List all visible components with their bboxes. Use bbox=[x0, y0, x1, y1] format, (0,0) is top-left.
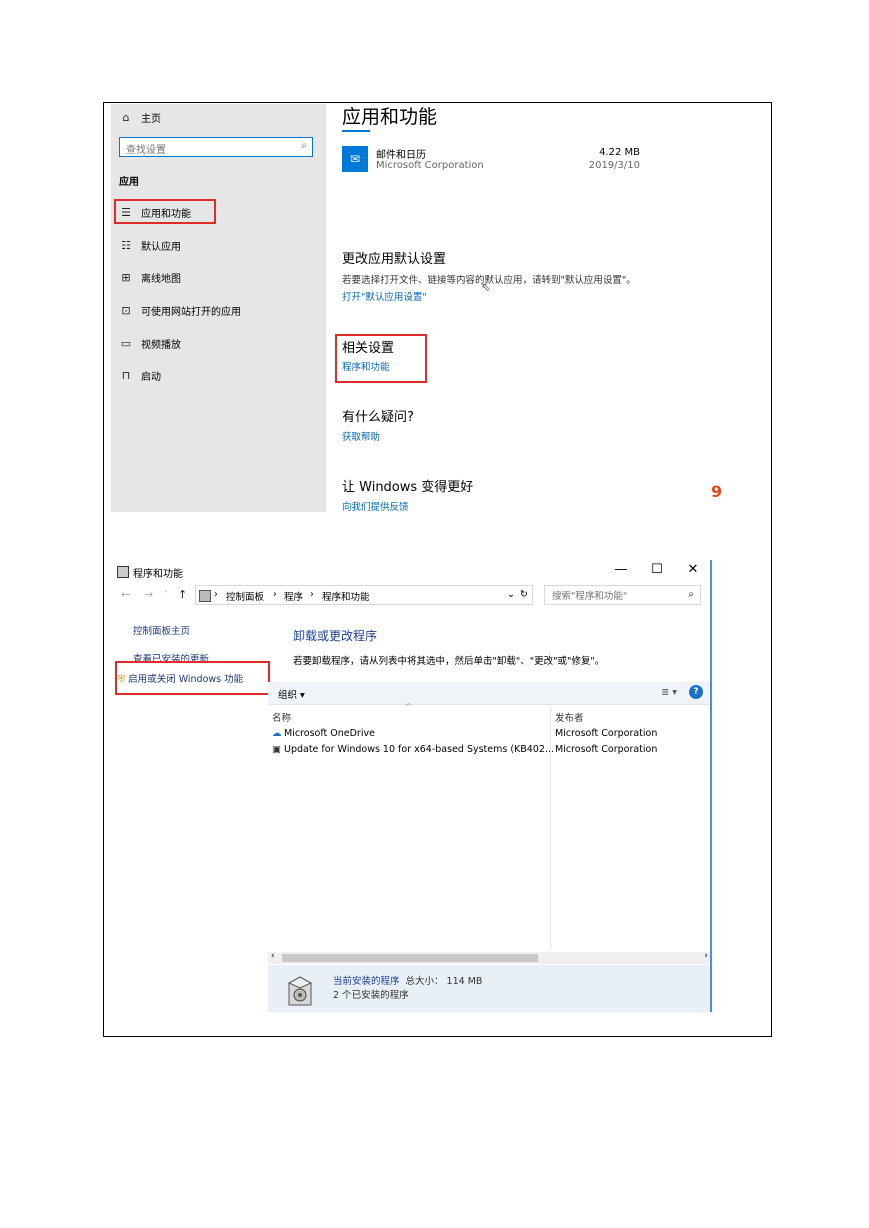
highlight-box-windows-features bbox=[115, 661, 270, 695]
get-help-link[interactable]: 获取帮助 bbox=[342, 429, 380, 443]
app-size: 4.22 MB bbox=[599, 147, 640, 158]
scrollbar-thumb[interactable] bbox=[282, 954, 538, 962]
sidebar-item-default-apps[interactable]: ☷ 默认应用 bbox=[119, 238, 181, 253]
program-name: Update for Windows 10 for x64-based Syst… bbox=[284, 744, 554, 755]
breadcrumb-programs[interactable]: 程序 bbox=[284, 589, 303, 603]
page-title: 应用和功能 bbox=[342, 106, 438, 128]
sidebar-item-label: 默认应用 bbox=[141, 242, 181, 253]
settings-sidebar: ⌂ 主页 ⌕ 应用 ☰ 应用和功能 ☷ 默认应用 ⊞ 离线地图 ⊡ 可使用网站打… bbox=[111, 104, 326, 512]
control-panel-icon bbox=[117, 566, 129, 578]
offline-maps-icon: ⊞ bbox=[121, 271, 131, 284]
sidebar-item-label: 启动 bbox=[141, 372, 161, 383]
edge-mark: 9 bbox=[711, 482, 723, 501]
uninstall-description: 若要卸载程序，请从列表中将其选中，然后单击"卸载"、"更改"或"修复"。 bbox=[293, 656, 605, 667]
breadcrumb-programs-features[interactable]: 程序和功能 bbox=[322, 589, 370, 603]
column-header-name[interactable]: 名称 bbox=[272, 710, 291, 724]
close-button[interactable]: ✕ bbox=[683, 562, 703, 577]
back-arrow-icon[interactable]: ← bbox=[121, 588, 130, 601]
settings-search-box[interactable]: ⌕ bbox=[119, 137, 313, 160]
help-icon[interactable]: ? bbox=[689, 685, 703, 699]
address-bar[interactable]: › 控制面板 › 程序 › 程序和功能 ⌄ ↻ bbox=[195, 585, 533, 605]
address-row: ← → ˅ ↑ › 控制面板 › 程序 › 程序和功能 ⌄ ↻ ⌕ bbox=[111, 585, 711, 607]
control-panel-home-link[interactable]: 控制面板主页 bbox=[133, 623, 190, 637]
sidebar-home-label: 主页 bbox=[141, 114, 161, 125]
up-arrow-icon[interactable]: ↑ bbox=[178, 588, 187, 601]
organize-button[interactable]: 组织 ▾ bbox=[278, 687, 305, 701]
sidebar-item-video-playback[interactable]: ▭ 视频播放 bbox=[119, 336, 181, 351]
settings-main: 应用和功能 ✉ 邮件和日历 Microsoft Corporation 4.22… bbox=[335, 104, 721, 514]
window-title: 程序和功能 bbox=[133, 569, 183, 580]
horizontal-scrollbar[interactable]: ‹ › bbox=[268, 951, 711, 964]
default-apps-icon: ☷ bbox=[121, 239, 131, 252]
program-name: Microsoft OneDrive bbox=[284, 728, 375, 739]
breadcrumb-separator-icon: › bbox=[310, 589, 314, 600]
programs-features-window: 程序和功能 — ☐ ✕ ← → ˅ ↑ › 控制面板 › 程序 › 程序和功能 … bbox=[111, 560, 717, 1012]
sidebar-home[interactable]: ⌂ 主页 bbox=[119, 110, 162, 125]
settings-window: ⌂ 主页 ⌕ 应用 ☰ 应用和功能 ☷ 默认应用 ⊞ 离线地图 ⊡ 可使用网站打… bbox=[111, 104, 721, 514]
feedback-link[interactable]: 向我们提供反馈 bbox=[342, 499, 409, 513]
highlight-box-related bbox=[335, 334, 427, 383]
sort-caret-icon: ^ bbox=[405, 702, 412, 711]
mail-calendar-icon[interactable]: ✉ bbox=[342, 146, 368, 172]
folder-icon bbox=[199, 590, 211, 602]
status-summary: 当前安装的程序 总大小： 114 MB bbox=[333, 973, 482, 987]
recent-chevron-icon[interactable]: ˅ bbox=[164, 590, 168, 599]
uninstall-heading: 卸载或更改程序 bbox=[293, 629, 378, 643]
app-publisher: Microsoft Corporation bbox=[376, 160, 484, 171]
startup-icon: ⊓ bbox=[121, 369, 131, 382]
breadcrumb-control-panel[interactable]: 控制面板 bbox=[226, 589, 264, 603]
programs-search-box[interactable]: ⌕ bbox=[544, 585, 701, 605]
breadcrumb-separator-icon: › bbox=[273, 589, 277, 600]
sidebar-item-offline-maps[interactable]: ⊞ 离线地图 bbox=[119, 270, 181, 285]
status-count: 2 个已安装的程序 bbox=[333, 990, 409, 1001]
status-label: 当前安装的程序 bbox=[333, 976, 400, 987]
column-header-publisher[interactable]: 发布者 bbox=[555, 710, 584, 724]
settings-search-input[interactable] bbox=[124, 141, 288, 160]
program-publisher: Microsoft Corporation bbox=[555, 728, 658, 739]
home-icon: ⌂ bbox=[122, 111, 130, 124]
view-options-button[interactable]: ≣ ▾ bbox=[661, 687, 677, 698]
search-icon: ⌕ bbox=[301, 140, 307, 151]
update-icon: ▣ bbox=[272, 744, 281, 755]
sidebar-item-apps-for-websites[interactable]: ⊡ 可使用网站打开的应用 bbox=[119, 303, 241, 318]
scroll-left-icon[interactable]: ‹ bbox=[271, 951, 275, 961]
title-underline bbox=[342, 130, 370, 132]
video-playback-icon: ▭ bbox=[120, 337, 132, 350]
maximize-button[interactable]: ☐ bbox=[647, 562, 667, 577]
window-border bbox=[710, 560, 712, 1012]
list-toolbar: 组织 ▾ ≣ ▾ ? bbox=[268, 682, 711, 705]
forward-arrow-icon[interactable]: → bbox=[144, 588, 153, 601]
app-name[interactable]: 邮件和日历 bbox=[376, 146, 426, 161]
table-row[interactable]: ☁ Microsoft OneDrive bbox=[272, 728, 375, 739]
breadcrumb-separator-icon: › bbox=[214, 589, 218, 600]
mouse-cursor-icon: ⇖ bbox=[481, 280, 492, 294]
highlight-box-apps-features bbox=[114, 199, 216, 224]
improve-windows-heading: 让 Windows 变得更好 bbox=[342, 480, 474, 495]
sidebar-section-title: 应用 bbox=[119, 177, 139, 188]
program-publisher: Microsoft Corporation bbox=[555, 744, 658, 755]
default-settings-heading: 更改应用默认设置 bbox=[342, 252, 447, 267]
refresh-icon[interactable]: ↻ bbox=[520, 589, 528, 600]
table-row[interactable]: ▣ Update for Windows 10 for x64-based Sys… bbox=[272, 744, 554, 755]
sidebar-item-startup[interactable]: ⊓ 启动 bbox=[119, 368, 161, 383]
scroll-right-icon[interactable]: › bbox=[704, 951, 708, 961]
window-titlebar: 程序和功能 — ☐ ✕ bbox=[111, 560, 711, 584]
status-bar: 当前安装的程序 总大小： 114 MB 2 个已安装的程序 bbox=[268, 965, 711, 1012]
sidebar-item-label: 视频播放 bbox=[141, 340, 181, 351]
apps-for-websites-icon: ⊡ bbox=[121, 304, 131, 317]
status-total-size: 总大小： 114 MB bbox=[405, 976, 483, 987]
app-date: 2019/3/10 bbox=[588, 160, 640, 171]
question-heading: 有什么疑问? bbox=[342, 410, 414, 425]
sidebar-item-label: 离线地图 bbox=[141, 274, 181, 285]
column-divider bbox=[550, 706, 551, 950]
onedrive-icon: ☁ bbox=[272, 728, 282, 739]
installer-box-icon bbox=[287, 976, 313, 1006]
open-default-apps-link[interactable]: 打开"默认应用设置" bbox=[342, 289, 427, 303]
address-dropdown-icon[interactable]: ⌄ bbox=[507, 589, 515, 600]
search-icon: ⌕ bbox=[688, 589, 694, 600]
sidebar-item-label: 可使用网站打开的应用 bbox=[141, 307, 241, 318]
minimize-button[interactable]: — bbox=[611, 562, 631, 577]
programs-search-input[interactable] bbox=[550, 587, 684, 605]
